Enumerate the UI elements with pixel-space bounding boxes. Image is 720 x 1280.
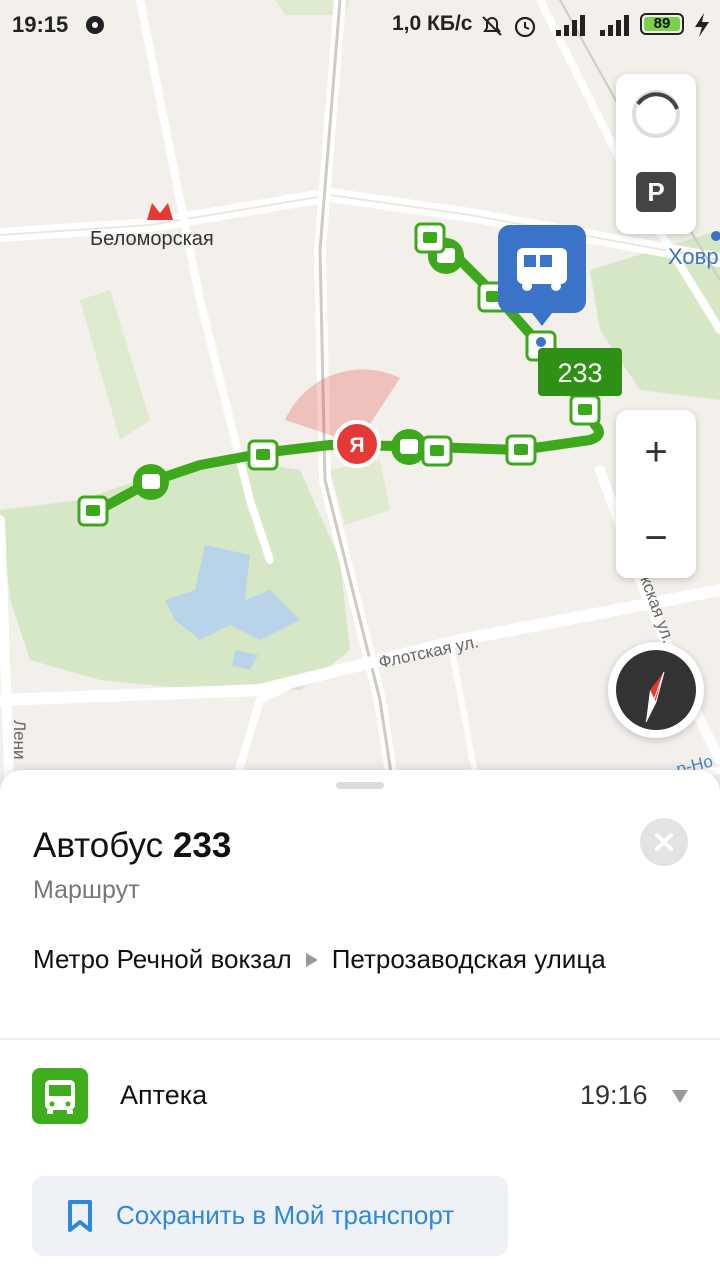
metro-station-label: Беломорская <box>90 228 214 250</box>
compass-icon <box>616 650 696 730</box>
save-to-my-transport-button[interactable]: Сохранить в Мой транспорт <box>32 1176 508 1256</box>
route-info-sheet: Автобус 233 Маршрут Метро Речной вокзал П… <box>0 770 720 1280</box>
sheet-title: Автобус 233 <box>33 826 231 866</box>
route-from: Метро Речной вокзал <box>33 944 292 974</box>
signal-icon <box>556 15 585 36</box>
district-label: Ховр <box>668 244 719 269</box>
alarm-icon <box>514 16 536 38</box>
zoom-in-button[interactable]: + <box>616 422 696 482</box>
mute-icon <box>482 16 502 36</box>
compass-button[interactable] <box>608 642 704 738</box>
divider <box>0 1038 720 1040</box>
route-to: Петрозаводская улица <box>331 944 606 974</box>
svg-text:Я: Я <box>349 434 364 457</box>
user-location-marker[interactable]: Я <box>333 420 381 468</box>
bus-glyph <box>45 1080 75 1114</box>
route-number-badge[interactable]: 233 <box>538 348 622 396</box>
battery-level: 89 <box>653 15 671 32</box>
route-endpoints: Метро Речной вокзал Петрозаводская улица <box>33 942 613 976</box>
close-icon <box>655 833 673 851</box>
chevron-down-icon[interactable] <box>672 1090 688 1103</box>
bus-stop-marker[interactable] <box>414 222 446 254</box>
cast-icon <box>86 16 104 34</box>
bus-stop-marker[interactable] <box>77 495 109 527</box>
network-speed: 1,0 КБ/с <box>392 12 473 35</box>
selected-stop-pin[interactable] <box>498 225 586 326</box>
charging-icon <box>695 13 709 37</box>
status-time: 19:15 <box>12 12 69 37</box>
battery-indicator: 89 <box>640 13 684 35</box>
bookmark-icon <box>68 1200 92 1232</box>
sheet-subtitle: Маршрут <box>33 876 140 904</box>
zoom-out-button[interactable]: − <box>616 508 696 568</box>
traffic-icon[interactable] <box>630 88 682 140</box>
bus-stop-marker[interactable] <box>505 434 537 466</box>
svg-text:233: 233 <box>557 358 602 388</box>
route-arrow-icon <box>305 953 318 968</box>
sheet-grabber[interactable] <box>336 782 384 789</box>
bus-stop-marker[interactable] <box>421 435 453 467</box>
street-label: Лени <box>10 720 29 760</box>
stop-name[interactable]: Аптека <box>120 1080 207 1111</box>
title-prefix: Автобус <box>33 826 164 865</box>
zoom-controls: + − <box>616 410 696 578</box>
bus-marker[interactable] <box>133 464 169 500</box>
status-bar: 19:15 1,0 КБ/с 89 <box>0 0 720 52</box>
bus-icon <box>32 1068 88 1124</box>
title-route-number: 233 <box>172 826 232 865</box>
signal-icon <box>600 15 629 36</box>
parking-button[interactable]: P <box>636 172 676 212</box>
close-button[interactable] <box>640 818 688 866</box>
bus-stop-marker[interactable] <box>247 439 279 471</box>
save-button-label: Сохранить в Мой транспорт <box>116 1200 455 1230</box>
map-layers-panel: P <box>616 74 696 234</box>
bus-stop-marker[interactable] <box>569 394 601 426</box>
arrival-time: 19:16 <box>580 1080 648 1110</box>
